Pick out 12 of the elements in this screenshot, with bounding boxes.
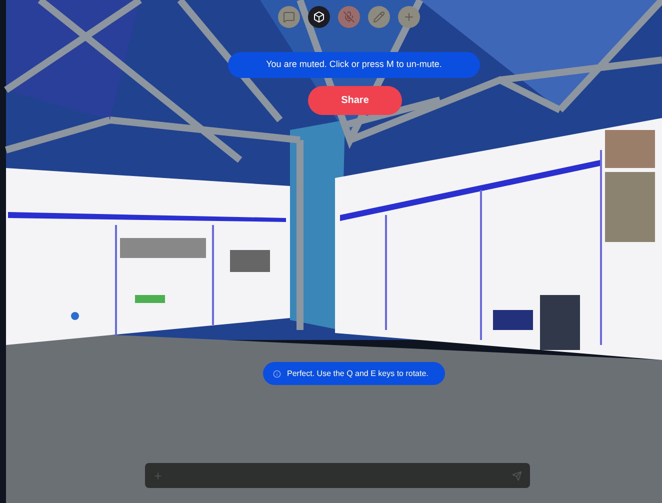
microphone-muted-icon <box>343 11 355 23</box>
chat-icon <box>283 11 295 23</box>
plus-icon <box>153 470 163 480</box>
cube-icon <box>313 11 325 23</box>
mute-notice[interactable]: You are muted. Click or press M to un-mute. <box>228 52 480 78</box>
chat-input-field[interactable] <box>145 463 530 488</box>
share-button[interactable]: Share <box>308 86 402 115</box>
send-icon <box>512 470 522 480</box>
info-icon <box>273 370 281 378</box>
pencil-icon <box>373 11 385 23</box>
plus-icon <box>403 11 415 23</box>
rotate-hint-text: Perfect. Use the Q and E keys to rotate. <box>287 368 428 380</box>
